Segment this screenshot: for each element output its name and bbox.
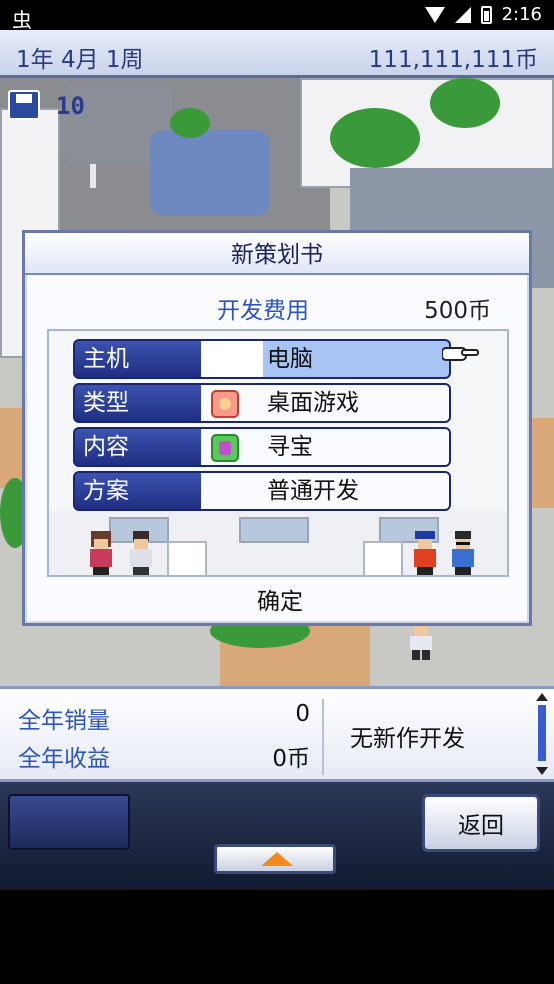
wifi-icon — [424, 6, 445, 23]
row-content[interactable]: 内容 寻宝 — [73, 427, 451, 467]
money-display: 111,111,111币 — [368, 47, 538, 73]
expand-menu-button[interactable] — [214, 844, 336, 874]
row-plan[interactable]: 方案 普通开发 — [73, 471, 451, 511]
pointing-hand-icon — [441, 342, 480, 366]
plan-dialog: 新策划书 开发费用 500币 主机 电脑 类型 桌面游戏 内容 寻宝 方案 普通… — [22, 230, 532, 626]
back-button[interactable]: 返回 — [422, 794, 540, 852]
office-window — [239, 517, 309, 543]
row-value: 寻宝 — [267, 434, 313, 460]
employee-sprite — [125, 531, 157, 575]
dev-cost-value: 500币 — [424, 298, 491, 324]
clock: 2:16 — [501, 4, 542, 25]
annual-revenue-label: 全年收益 — [18, 746, 110, 772]
content-select[interactable]: 寻宝 — [201, 427, 451, 467]
genre-select[interactable]: 桌面游戏 — [201, 383, 451, 423]
purple-gem-icon — [211, 434, 239, 462]
annual-sales-label: 全年销量 — [18, 708, 110, 734]
employee-sprite — [447, 531, 479, 575]
scroll-up-icon[interactable] — [536, 693, 548, 701]
info-bar: 1年 4月 1周 111,111,111币 — [0, 30, 554, 78]
signal-icon — [454, 6, 471, 23]
row-genre[interactable]: 类型 桌面游戏 — [73, 383, 451, 423]
platform-select[interactable]: 电脑 — [201, 339, 451, 379]
game-date: 1年 4月 1周 — [16, 47, 144, 73]
row-label: 主机 — [73, 339, 203, 379]
row-platform[interactable]: 主机 电脑 — [73, 339, 451, 379]
save-count: 10 — [56, 92, 85, 120]
office-desk — [167, 541, 207, 575]
office-desk — [363, 541, 403, 575]
row-label: 方案 — [73, 471, 203, 511]
employee-sprite — [85, 531, 117, 575]
news-text: 无新作开发 — [350, 726, 465, 752]
tree — [170, 108, 210, 138]
employee-sprite — [409, 531, 441, 575]
annual-stats-panel: 全年销量 0 全年收益 0币 无新作开发 — [0, 686, 554, 782]
navigation-area — [0, 890, 554, 984]
dev-cost-label: 开发费用 — [217, 298, 309, 324]
system-status-bar: 虫 2:16 — [0, 0, 554, 32]
tree — [330, 108, 420, 168]
row-label: 类型 — [73, 383, 203, 423]
scroll-down-icon[interactable] — [536, 767, 548, 775]
floppy-disk-icon[interactable] — [8, 90, 40, 120]
tree — [430, 78, 500, 128]
row-value: 普通开发 — [267, 478, 359, 504]
row-value: 桌面游戏 — [267, 390, 359, 416]
row-value: 电脑 — [267, 346, 313, 372]
row-label: 内容 — [73, 427, 203, 467]
divider — [322, 699, 324, 775]
plan-select[interactable]: 普通开发 — [201, 471, 451, 511]
car-blue — [150, 130, 270, 216]
smiley-face-icon — [211, 390, 239, 418]
annual-revenue-value: 0币 — [272, 746, 310, 772]
battery-icon — [480, 5, 492, 24]
up-arrow-icon — [261, 852, 293, 866]
control-bar: 返回 — [0, 782, 554, 890]
scrollbar[interactable] — [538, 705, 546, 761]
confirm-button[interactable]: 确定 — [205, 579, 355, 619]
menu-slot[interactable] — [8, 794, 130, 850]
annual-sales-value: 0 — [295, 701, 310, 727]
status-icons: 2:16 — [424, 4, 542, 25]
bug-icon: 虫 — [12, 8, 32, 32]
dialog-title: 新策划书 — [25, 233, 529, 275]
